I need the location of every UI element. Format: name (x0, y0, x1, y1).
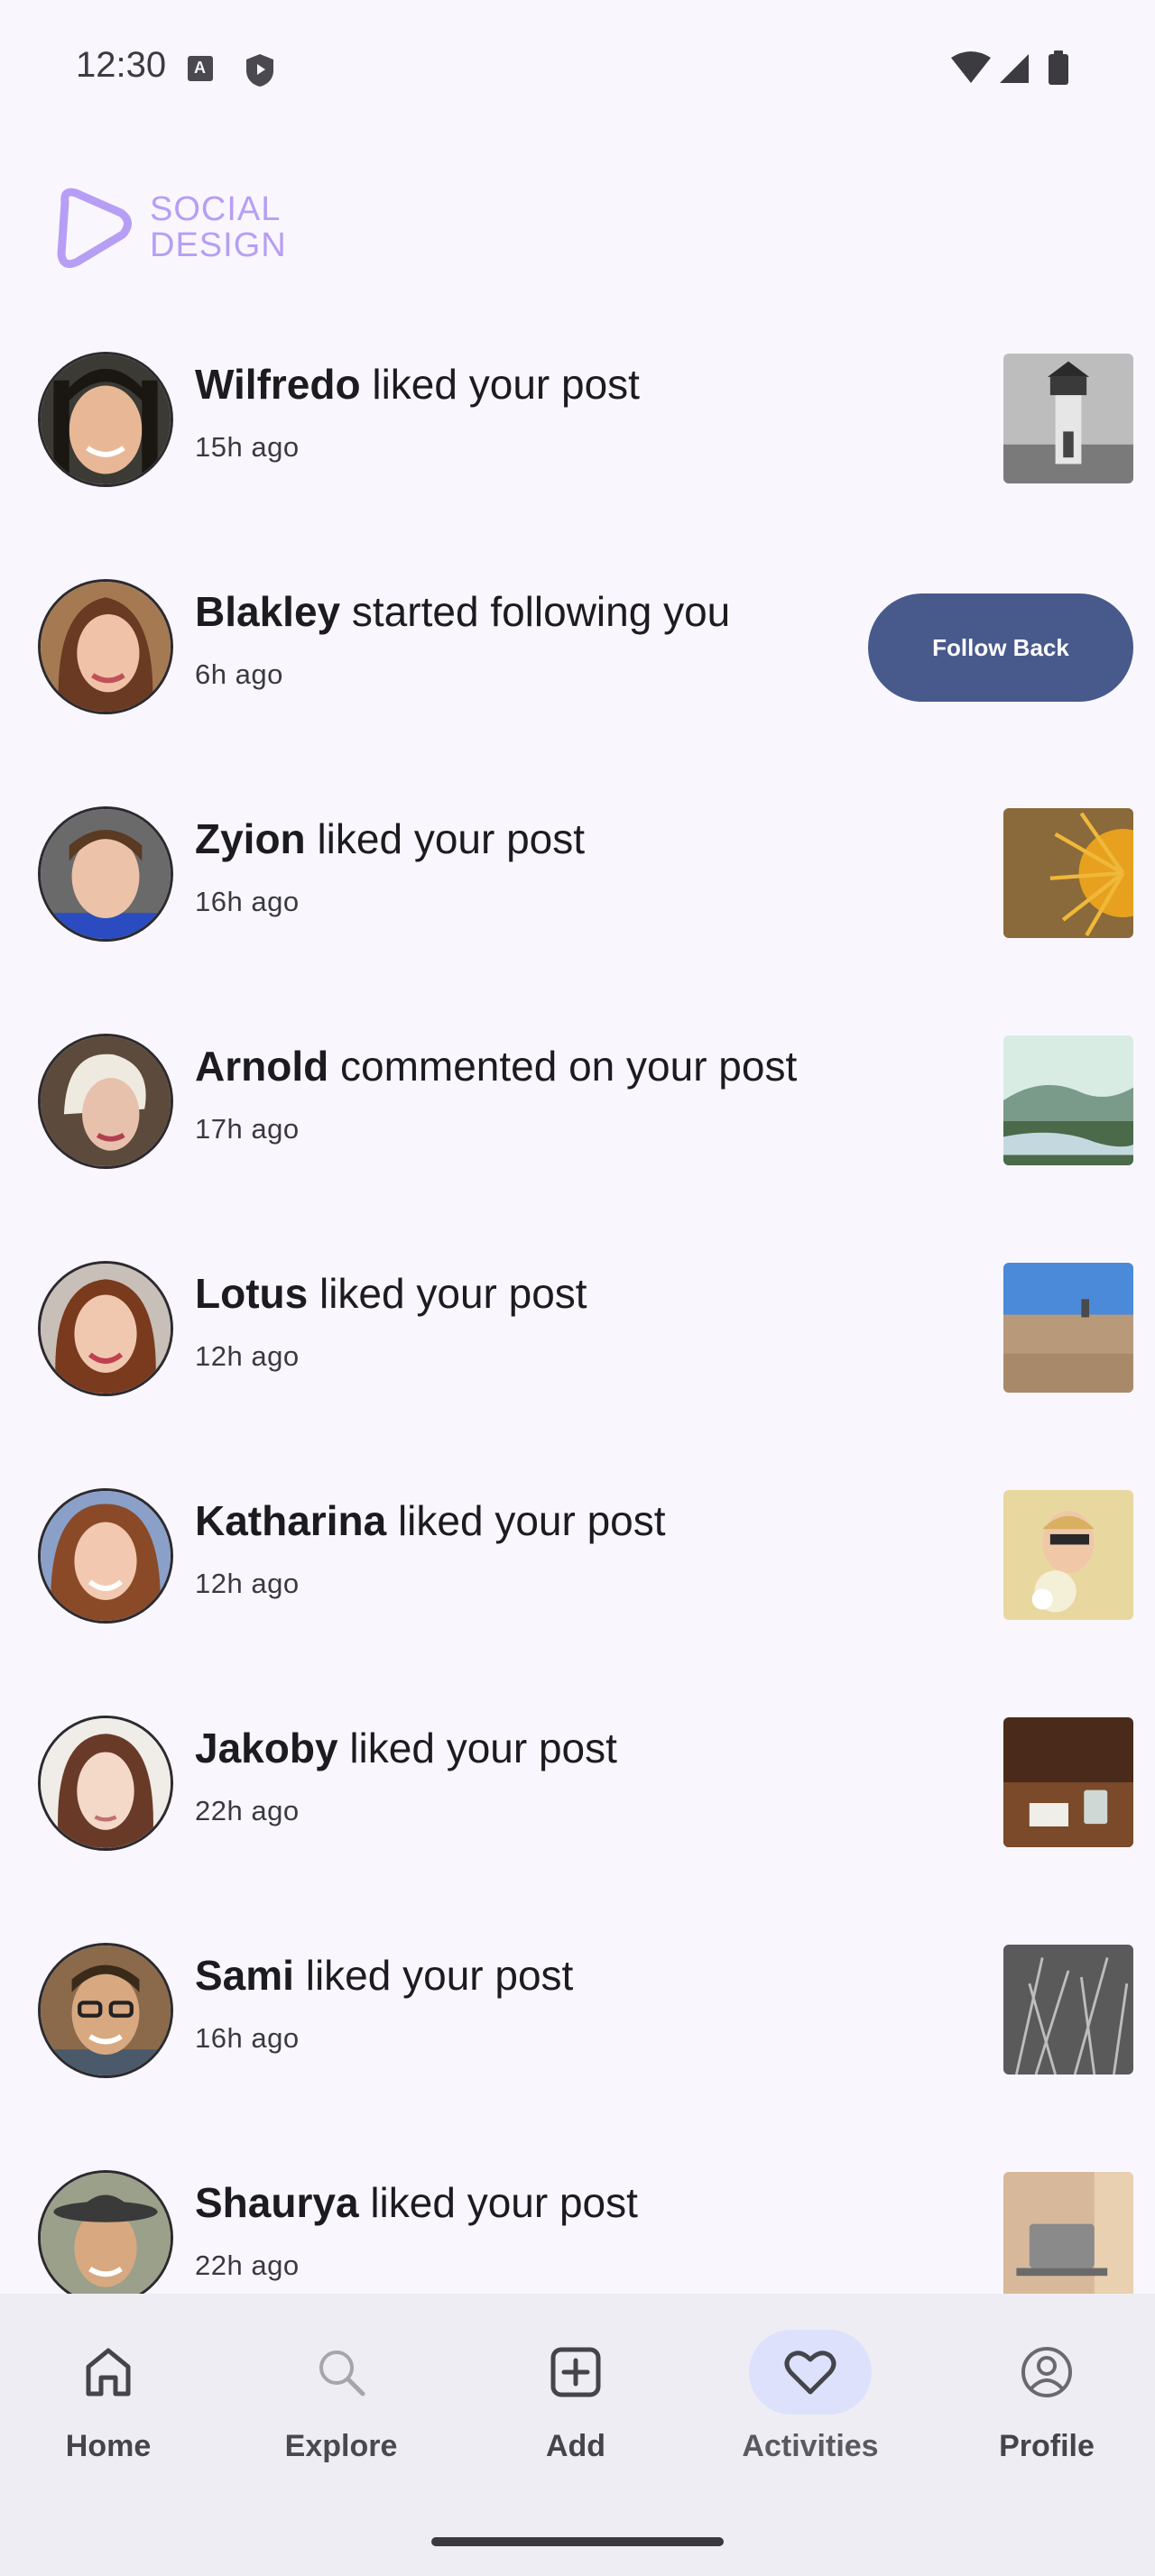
activity-action: liked your post (319, 1270, 587, 1317)
user-name[interactable]: Blakley (195, 588, 340, 635)
home-icon (86, 2348, 131, 2397)
activity-time: 16h ago (195, 2022, 300, 2054)
nav-label-add: Add (545, 2429, 606, 2463)
feed-item[interactable]: Shaurya liked your post 22h ago (0, 2123, 1155, 2294)
activity-text: Arnold commented on your post (195, 1041, 863, 1091)
activity-action: liked your post (305, 1952, 574, 1999)
nav-item-activities[interactable]: Activities (702, 2330, 919, 2474)
activity-text: Jakoby liked your post (195, 1723, 863, 1773)
logo-text: SOCIAL DESIGN (150, 191, 287, 263)
profile-icon (1021, 2347, 1072, 2397)
heart-icon (784, 2351, 836, 2395)
activity-action: liked your post (397, 1497, 666, 1544)
active-indicator (749, 2330, 872, 2415)
avatar[interactable] (38, 1716, 173, 1851)
avatar[interactable] (38, 579, 173, 714)
activity-action: liked your post (370, 2179, 638, 2226)
nav-label-activities: Activities (742, 2429, 879, 2463)
avatar[interactable] (38, 1261, 173, 1396)
logo-line-2: DESIGN (150, 226, 287, 264)
feed-item[interactable]: Wilfredo liked your post 15h ago (0, 305, 1155, 532)
activity-action: started following you (351, 588, 731, 635)
post-thumbnail[interactable] (1003, 1945, 1133, 2075)
feed-item[interactable]: Lotus liked your post 12h ago (0, 1214, 1155, 1441)
add-box-icon (550, 2347, 601, 2397)
avatar[interactable] (38, 1034, 173, 1169)
feed-item[interactable]: Jakoby liked your post 22h ago (0, 1669, 1155, 1896)
post-thumbnail[interactable] (1003, 354, 1133, 483)
post-thumbnail[interactable] (1003, 1717, 1133, 1847)
feed-item[interactable]: Arnold commented on your post 17h ago (0, 987, 1155, 1214)
status-time: 12:30 (76, 45, 167, 85)
post-thumbnail[interactable] (1003, 1490, 1133, 1620)
nav-item-explore[interactable]: Explore (233, 2330, 449, 2474)
search-icon (319, 2351, 365, 2397)
activity-action: liked your post (372, 361, 640, 408)
activity-action: commented on your post (339, 1043, 798, 1090)
user-name[interactable]: Zyion (195, 815, 306, 862)
activity-text: Shaurya liked your post (195, 2177, 863, 2228)
nav-item-add[interactable]: Add (467, 2330, 684, 2474)
activity-time: 16h ago (195, 886, 300, 917)
feed-item[interactable]: Katharina liked your post 12h ago (0, 1441, 1155, 1669)
activity-text: Katharina liked your post (195, 1495, 863, 1546)
nav-item-profile[interactable]: Profile (938, 2330, 1155, 2474)
activity-feed[interactable]: Wilfredo liked your post 15h ago Blakley… (0, 305, 1155, 2294)
activity-time: 22h ago (195, 2249, 300, 2281)
activity-time: 6h ago (195, 658, 283, 690)
avatar[interactable] (38, 806, 173, 942)
home-indicator[interactable] (431, 2537, 724, 2546)
user-name[interactable]: Lotus (195, 1270, 308, 1317)
user-name[interactable]: Sami (195, 1952, 294, 1999)
activity-text: Lotus liked your post (195, 1268, 863, 1319)
activity-text: Blakley started following you (195, 586, 863, 637)
post-thumbnail[interactable] (1003, 2172, 1133, 2294)
avatar[interactable] (38, 352, 173, 487)
user-name[interactable]: Arnold (195, 1043, 328, 1090)
activity-time: 12h ago (195, 1568, 300, 1599)
status-system-icons (951, 51, 1068, 85)
user-name[interactable]: Jakoby (195, 1725, 338, 1771)
activity-time: 12h ago (195, 1340, 300, 1372)
avatar[interactable] (38, 2170, 173, 2294)
follow-back-button[interactable]: Follow Back (868, 593, 1133, 702)
user-name[interactable]: Wilfredo (195, 361, 361, 408)
logo-mark-icon (57, 188, 132, 269)
user-name[interactable]: Shaurya (195, 2179, 359, 2226)
activity-action: liked your post (349, 1725, 617, 1771)
feed-item[interactable]: Zyion liked your post 16h ago (0, 759, 1155, 987)
nav-label-home: Home (65, 2429, 152, 2463)
shield-icon (246, 54, 273, 87)
battery-icon (1049, 51, 1068, 85)
activity-time: 22h ago (195, 1795, 300, 1826)
avatar[interactable] (38, 1943, 173, 2078)
activity-text: Sami liked your post (195, 1950, 863, 2001)
wifi-icon (951, 51, 991, 83)
app-logo: SOCIAL DESIGN (51, 177, 303, 276)
logo-line-1: SOCIAL (150, 190, 282, 228)
activity-text: Wilfredo liked your post (195, 359, 863, 409)
activity-action: liked your post (317, 815, 586, 862)
activity-time: 15h ago (195, 431, 300, 463)
post-thumbnail[interactable] (1003, 808, 1133, 938)
activity-time: 17h ago (195, 1113, 300, 1145)
post-thumbnail[interactable] (1003, 1263, 1133, 1393)
status-bar: 12:30 (0, 0, 1155, 135)
bottom-navigation: Home Explore Add Activities Profile (0, 2294, 1155, 2576)
user-name[interactable]: Katharina (195, 1497, 386, 1544)
avatar[interactable] (38, 1488, 173, 1624)
nav-item-home[interactable]: Home (0, 2330, 217, 2474)
nav-label-profile: Profile (999, 2429, 1095, 2463)
nav-label-explore: Explore (284, 2429, 398, 2463)
keyboard-a-icon (188, 56, 213, 81)
signal-icon (1000, 54, 1029, 83)
activity-text: Zyion liked your post (195, 814, 863, 864)
post-thumbnail[interactable] (1003, 1035, 1133, 1165)
feed-item[interactable]: Sami liked your post 16h ago (0, 1896, 1155, 2123)
